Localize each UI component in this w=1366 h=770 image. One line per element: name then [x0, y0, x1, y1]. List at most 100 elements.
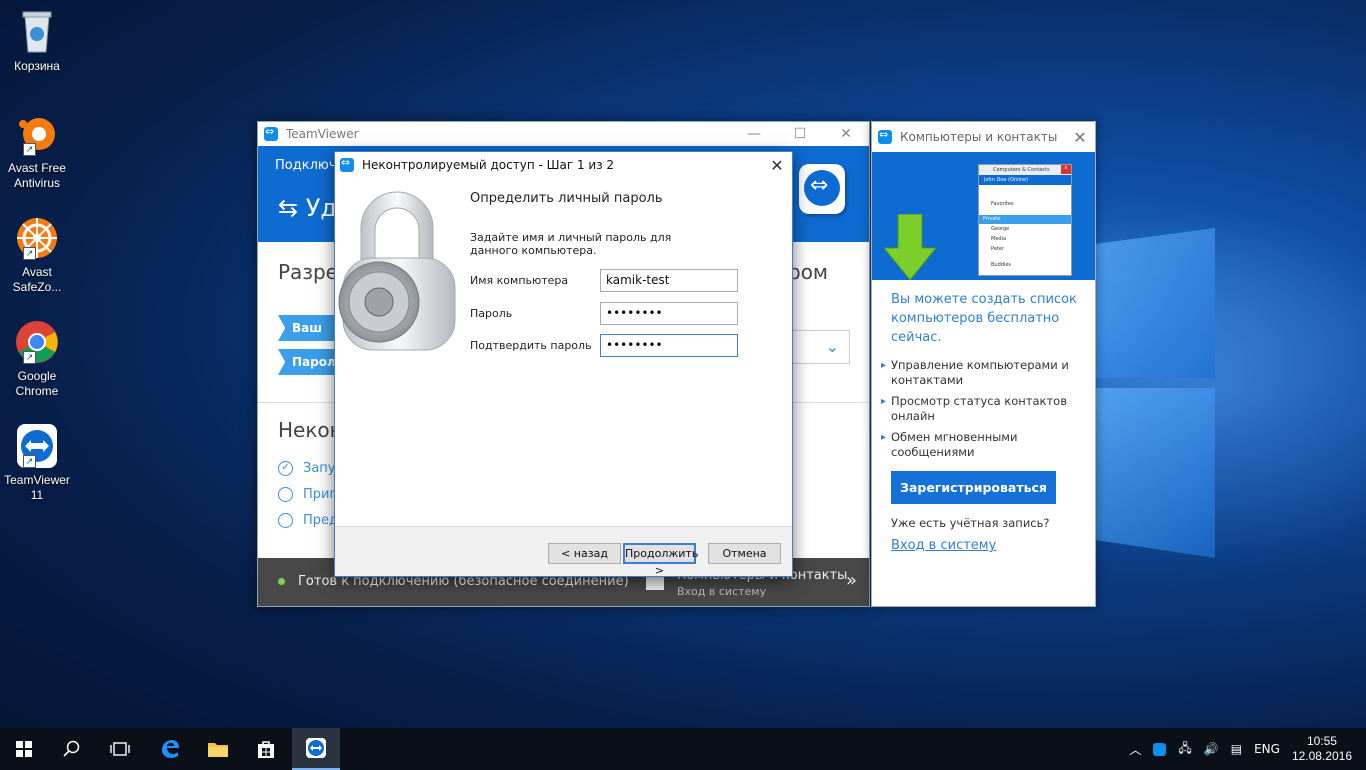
shortcut-arrow-icon: ↗ — [23, 247, 36, 260]
check-circle-icon: ✓ — [278, 461, 293, 476]
link-item[interactable]: Приг — [278, 487, 336, 502]
edge-icon — [162, 740, 179, 758]
computer-name-input[interactable]: kamik-test — [600, 269, 738, 292]
store-button[interactable] — [242, 728, 290, 770]
teamviewer-icon — [264, 125, 278, 141]
teamviewer-tray-icon[interactable] — [1153, 742, 1167, 756]
taskbar: ︿ 🖧 🔊 ▤ ENG 10:55 12.08.2016 — [0, 728, 1366, 770]
dialog-titlebar: Неконтролируемый доступ - Шаг 1 из 2 ✕ — [335, 152, 792, 178]
window-title: TeamViewer — [286, 127, 359, 141]
cc-window-title: Компьютеры и контакты — [900, 130, 1058, 144]
shortcut-arrow-icon: ↗ — [23, 455, 36, 468]
header-tab-text[interactable]: Подключ — [275, 158, 337, 173]
list-item: Просмотр статуса контактов онлайн — [881, 394, 1081, 424]
password-tag: Пароль — [278, 349, 338, 375]
language-indicator[interactable]: ENG — [1254, 742, 1280, 756]
start-button[interactable] — [0, 728, 48, 770]
desktop-icon-avast-safezone[interactable]: ↗ Avast SafeZo... — [2, 214, 72, 295]
chevron-up-icon[interactable]: ︿ — [1129, 741, 1141, 758]
clock-date: 12.08.2016 — [1291, 749, 1352, 763]
teamviewer-taskbar-button[interactable] — [292, 728, 340, 770]
password-input[interactable]: •••••••• — [600, 302, 738, 325]
shortcut-arrow-icon: ↗ — [23, 143, 36, 156]
desktop-icon-label: Корзина — [14, 59, 60, 73]
contacts-preview-image: Computers & Contacts x John Doe (Online)… — [978, 164, 1072, 276]
minimize-button[interactable]: — — [731, 126, 777, 142]
double-chevron-right-icon[interactable]: » — [846, 570, 857, 591]
desktop-icon-chrome[interactable]: ↗ Google Chrome — [2, 318, 72, 399]
desktop-icon-label: Avast SafeZo... — [12, 265, 62, 294]
dialog-footer: < назад Продолжить > Отмена — [335, 526, 792, 577]
dialog-title: Неконтролируемый доступ - Шаг 1 из 2 — [362, 158, 615, 172]
teamviewer-icon — [878, 128, 892, 144]
folder-icon — [208, 743, 228, 757]
close-button[interactable]: ✕ — [762, 156, 792, 175]
windows-wallpaper-logo — [1080, 228, 1220, 558]
dialog-description: Задайте имя и личный пароль для данного … — [470, 231, 672, 257]
status-dot-icon — [278, 578, 285, 585]
task-view-button[interactable] — [96, 728, 144, 770]
register-button[interactable]: Зарегистрироваться — [891, 471, 1056, 504]
cc-promo-banner: Computers & Contacts x John Doe (Online)… — [872, 152, 1095, 280]
link-item[interactable]: Пред — [278, 513, 338, 528]
circle-icon — [278, 487, 293, 502]
teamviewer-logo-icon — [799, 164, 845, 214]
computers-contacts-window: Компьютеры и контакты ✕ Computers & Cont… — [871, 121, 1096, 607]
cc-feature-list: Управление компьютерами и контактами Про… — [881, 358, 1081, 466]
desktop-icon-avast[interactable]: ↗ Avast Free Antivirus — [2, 110, 72, 191]
shortcut-arrow-icon: ↗ — [23, 351, 36, 364]
password-label: Пароль — [470, 307, 513, 320]
your-id-tag: Ваш ID — [278, 315, 338, 341]
circle-icon — [278, 513, 293, 528]
section-heading: Разре — [278, 260, 338, 284]
file-explorer-button[interactable] — [194, 728, 242, 770]
cancel-button[interactable]: Отмена — [708, 543, 781, 564]
unattended-access-dialog: Неконтролируемый доступ - Шаг 1 из 2 ✕ О… — [334, 151, 793, 577]
padlock-icon — [338, 191, 456, 351]
clock[interactable]: 10:55 12.08.2016 — [1292, 734, 1352, 764]
clock-time: 10:55 — [1306, 734, 1337, 748]
back-button[interactable]: < назад — [548, 543, 621, 564]
list-item: Обмен мгновенными сообщениями — [881, 430, 1081, 460]
volume-icon[interactable]: 🔊 — [1204, 742, 1219, 756]
search-icon — [63, 740, 80, 757]
login-link[interactable]: Вход в систему — [891, 538, 996, 553]
teamviewer-icon: ↗ — [13, 422, 61, 470]
teamviewer-titlebar: TeamViewer — ☐ ✕ — [258, 122, 869, 146]
edge-button[interactable] — [146, 728, 194, 770]
avast-icon: ↗ — [13, 110, 61, 158]
section-heading-right: ром — [788, 260, 829, 284]
confirm-password-label: Подтвердить пароль — [470, 339, 592, 352]
search-button[interactable] — [48, 728, 96, 770]
computer-name-label: Имя компьютера — [470, 274, 569, 287]
maximize-button[interactable]: ☐ — [777, 126, 823, 142]
windows-logo-icon — [16, 741, 32, 757]
close-button[interactable]: ✕ — [823, 126, 869, 142]
desktop-icon-recycle-bin[interactable]: Корзина — [2, 8, 72, 74]
cc-titlebar: Компьютеры и контакты ✕ — [872, 122, 1095, 152]
header-section-title: ⇆ Уд — [278, 194, 337, 222]
partner-id-dropdown[interactable]: ⌄ — [792, 330, 850, 364]
close-button[interactable]: ✕ — [1065, 128, 1095, 147]
next-button[interactable]: Продолжить > — [623, 543, 698, 577]
contacts-signin[interactable]: Вход в систему — [677, 585, 766, 598]
store-icon — [258, 741, 274, 758]
system-tray: ︿ 🖧 🔊 ▤ ENG 10:55 12.08.2016 — [1123, 728, 1366, 770]
have-account-text: Уже есть учётная запись? — [891, 516, 1050, 530]
dialog-heading: Определить личный пароль — [470, 191, 663, 206]
desktop-icon-label: Google Chrome — [15, 369, 59, 398]
desktop-icon-label: TeamViewer 11 — [4, 473, 70, 502]
confirm-password-input[interactable]: •••••••• — [600, 334, 738, 357]
chrome-icon: ↗ — [13, 318, 61, 366]
arrows-icon: ⇆ — [278, 194, 306, 222]
task-view-icon — [110, 742, 130, 756]
teamviewer-icon — [306, 738, 326, 758]
desktop-icon-teamviewer[interactable]: ↗ TeamViewer 11 — [2, 422, 72, 503]
desktop-icon-label: Avast Free Antivirus — [8, 161, 66, 190]
avast-safezone-icon: ↗ — [13, 214, 61, 262]
link-item[interactable]: ✓ Запу — [278, 461, 336, 476]
list-item: Управление компьютерами и контактами — [881, 358, 1081, 388]
network-icon[interactable]: 🖧 — [1178, 739, 1191, 760]
green-download-arrow-icon — [884, 214, 936, 280]
action-center-icon[interactable]: ▤ — [1231, 742, 1242, 756]
